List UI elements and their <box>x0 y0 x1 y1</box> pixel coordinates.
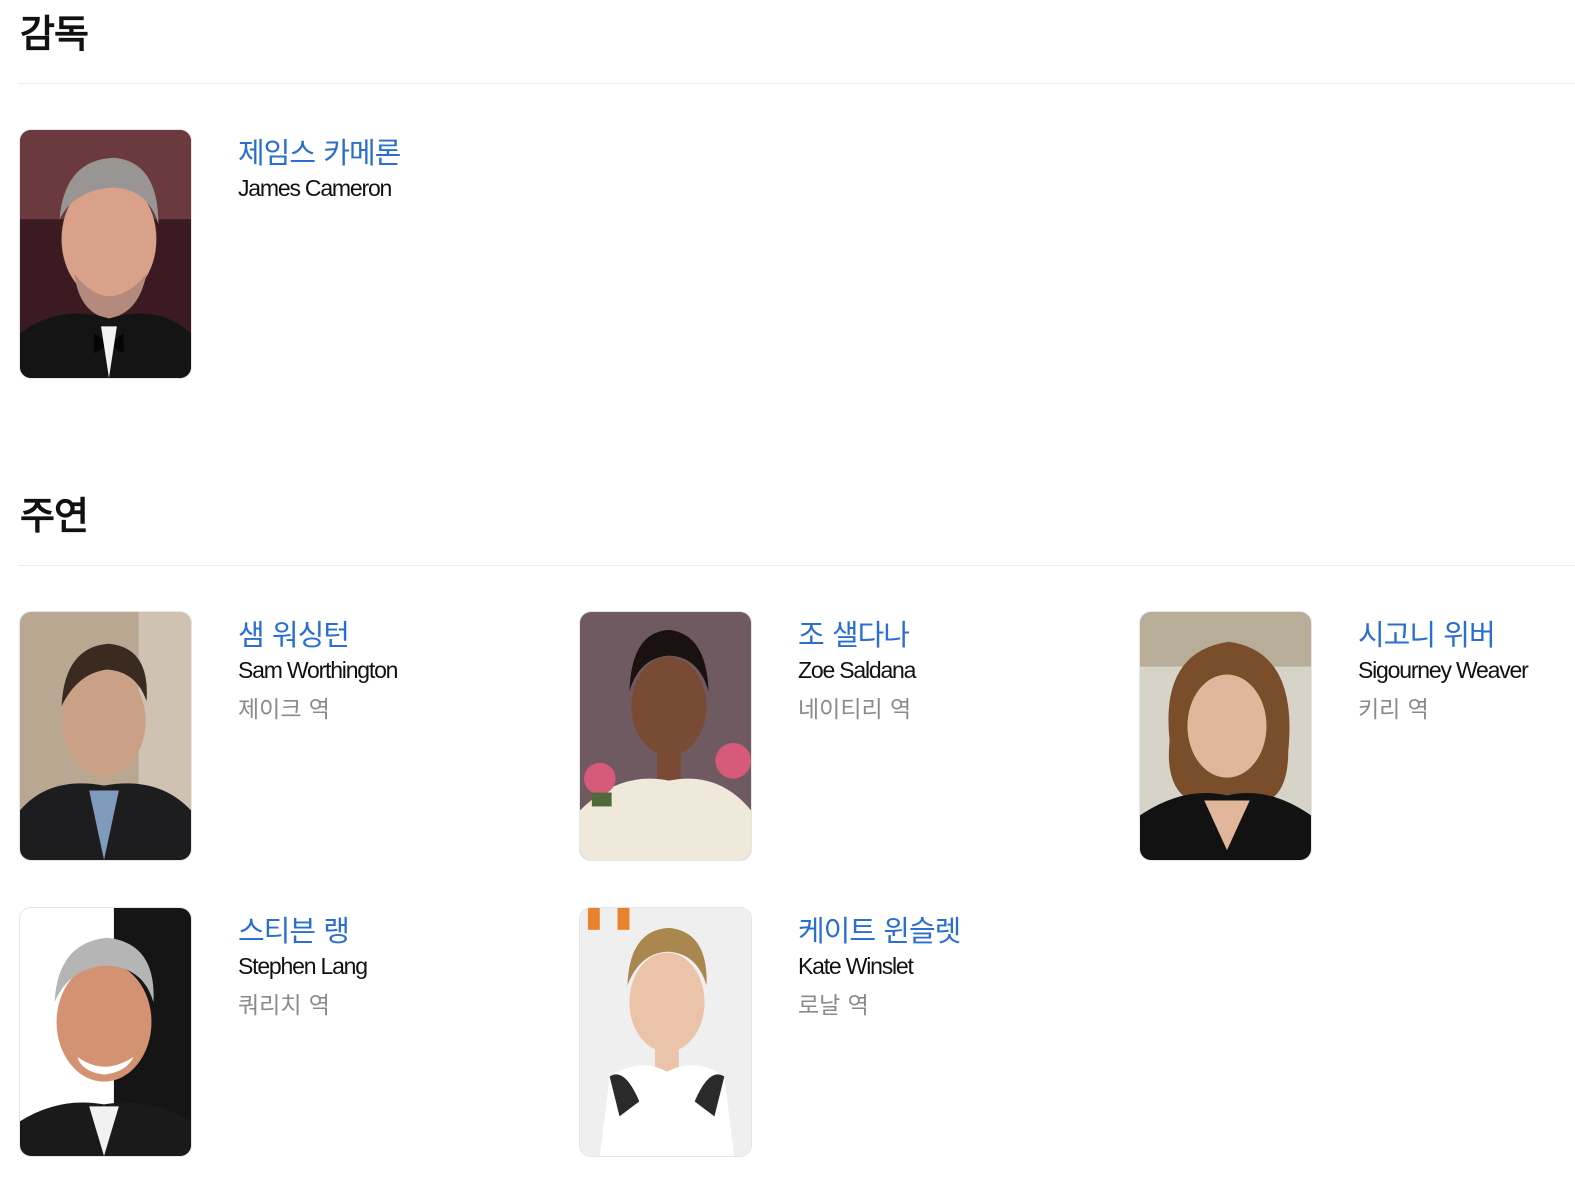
cast-photo[interactable] <box>19 907 192 1157</box>
director-photo[interactable] <box>19 129 192 379</box>
director-card: 제임스 카메론 James Cameron <box>19 129 539 379</box>
cast-info: 시고니 위버 Sigourney Weaver 키리 역 <box>1358 617 1529 725</box>
cast-info: 샘 워싱턴 Sam Worthington 제이크 역 <box>238 617 398 725</box>
cast-card: 스티븐 랭 Stephen Lang 쿼리치 역 <box>19 907 539 1157</box>
cast-role: 로날 역 <box>798 993 869 1019</box>
director-name-ko-link[interactable]: 제임스 카메론 <box>238 135 401 171</box>
cast-role: 쿼리치 역 <box>238 993 330 1019</box>
cast-name-ko-link[interactable]: 샘 워싱턴 <box>238 617 397 653</box>
cast-info: 케이트 윈슬렛 Kate Winslet 로날 역 <box>798 913 961 1021</box>
cast-name-ko-link[interactable]: 케이트 윈슬렛 <box>798 913 961 949</box>
director-info: 제임스 카메론 James Cameron <box>238 135 401 203</box>
cast-card: 조 샐다나 Zoe Saldana 네이티리 역 <box>579 611 1099 861</box>
cast-info: 스티븐 랭 Stephen Lang 쿼리치 역 <box>238 913 368 1021</box>
cast-name-ko-link[interactable]: 조 샐다나 <box>798 617 915 653</box>
cast-photo[interactable] <box>1139 611 1312 861</box>
cast-role: 제이크 역 <box>238 697 330 723</box>
cast-photo[interactable] <box>19 611 192 861</box>
cast-info: 조 샐다나 Zoe Saldana 네이티리 역 <box>798 617 916 725</box>
cast-card: 샘 워싱턴 Sam Worthington 제이크 역 <box>19 611 539 861</box>
cast-card: 케이트 윈슬렛 Kate Winslet 로날 역 <box>579 907 1099 1157</box>
director-name-en: James Cameron <box>238 175 392 201</box>
divider <box>18 83 1575 84</box>
cast-name-ko-link[interactable]: 시고니 위버 <box>1358 617 1528 653</box>
cast-photo[interactable] <box>579 611 752 861</box>
cast-section-title: 주연 <box>20 494 89 538</box>
cast-role: 키리 역 <box>1358 697 1429 723</box>
divider <box>18 565 1575 566</box>
cast-card: 시고니 위버 Sigourney Weaver 키리 역 <box>1139 611 1575 861</box>
director-section-title: 감독 <box>20 12 89 56</box>
cast-name-ko-link[interactable]: 스티븐 랭 <box>238 913 367 949</box>
cast-name-en: Kate Winslet <box>798 953 914 979</box>
cast-name-en: Sigourney Weaver <box>1358 657 1529 683</box>
cast-name-en: Zoe Saldana <box>798 657 916 683</box>
cast-role: 네이티리 역 <box>798 697 912 723</box>
cast-name-en: Stephen Lang <box>238 953 368 979</box>
cast-name-en: Sam Worthington <box>238 657 398 683</box>
cast-photo[interactable] <box>579 907 752 1157</box>
